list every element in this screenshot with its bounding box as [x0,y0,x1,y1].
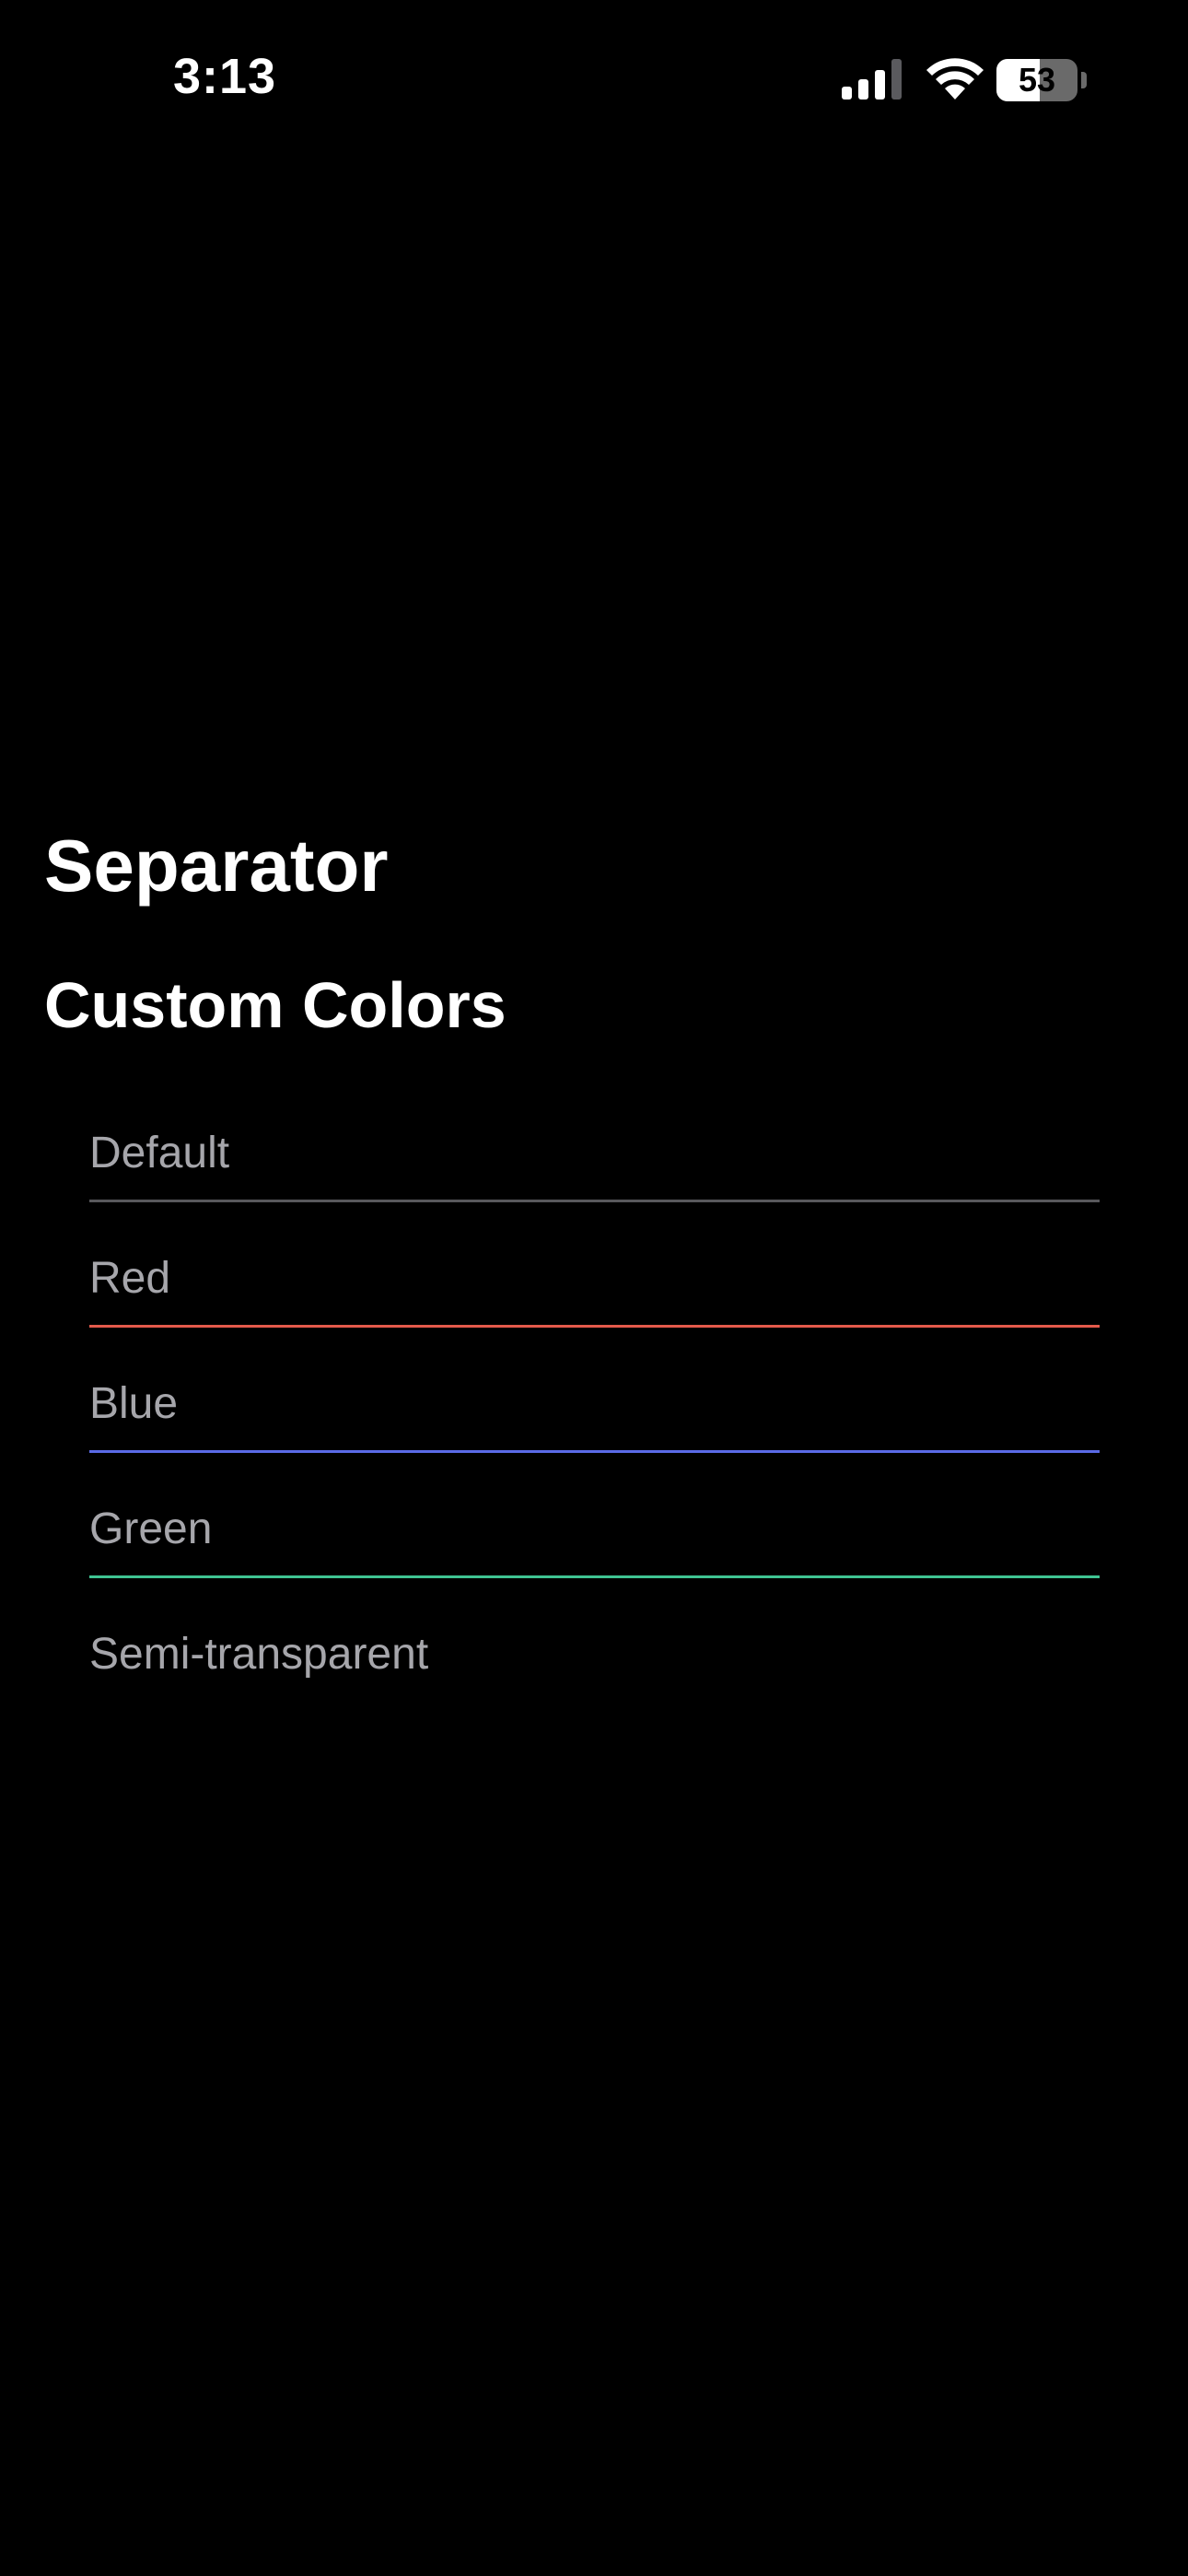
status-bar: 3:13 53 [0,0,1188,157]
separator-line-default [89,1200,1100,1202]
page-title: Separator [44,825,389,907]
separator-label: Red [89,1254,171,1303]
separator-row: Red [89,1216,1100,1341]
separator-label: Blue [89,1379,179,1428]
separator-label: Semi-transparent [89,1630,429,1679]
battery-body: 53 [996,59,1077,101]
separator-label: Default [89,1129,230,1177]
cellular-signal-icon [842,59,902,100]
battery-level: 53 [1018,61,1056,99]
separator-line-green [89,1575,1100,1578]
separator-line-red [89,1325,1100,1328]
separator-row: Blue [89,1341,1100,1467]
status-time: 3:13 [173,49,277,104]
separator-line-blue [89,1450,1100,1453]
separator-label: Green [89,1505,213,1553]
separator-row: Green [89,1467,1100,1592]
wifi-icon [926,58,984,100]
separator-row: Semi-transparent [89,1592,1100,1717]
battery-icon: 53 [996,59,1089,101]
battery-cap [1081,72,1087,88]
section-title: Custom Colors [44,969,507,1041]
separator-row: Default [89,1091,1100,1216]
separator-list: Default Red Blue Green Semi-transparent [89,1091,1100,1717]
